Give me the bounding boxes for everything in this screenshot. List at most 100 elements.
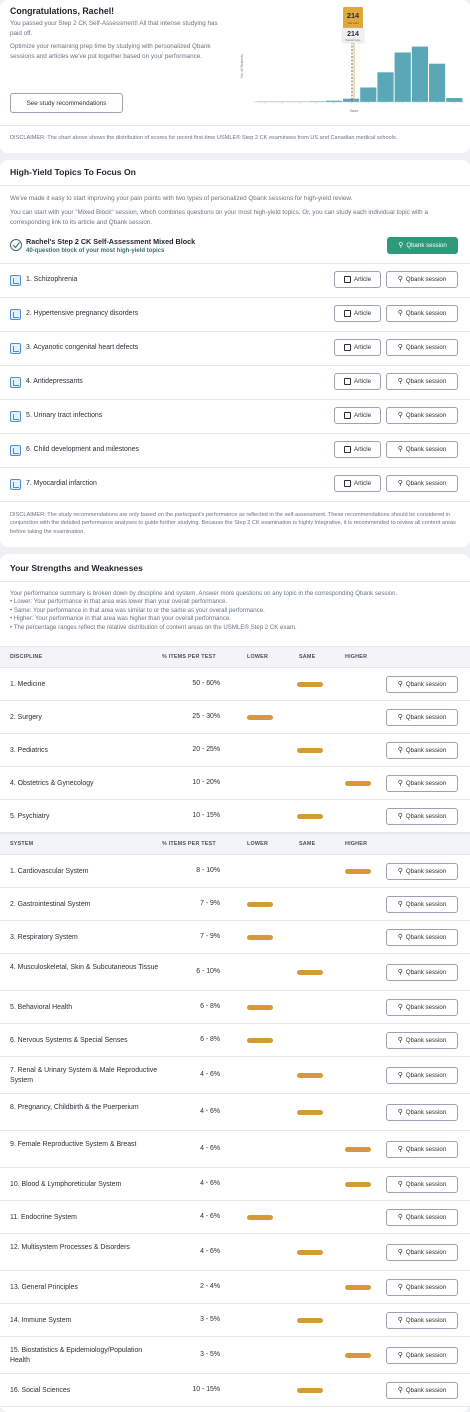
area-label: 9. Female Reproductive System & Breast [10,1140,137,1148]
area-qbank-button[interactable]: ⚲ Qbank session [386,928,458,946]
topic-qbank-button[interactable]: ⚲ Qbank session [386,441,458,458]
area-qbank-button[interactable]: ⚲ Qbank session [386,1103,458,1121]
qbank-icon: ⚲ [398,242,404,249]
article-label: Article [354,378,371,385]
area-qbank-button[interactable]: ⚲ Qbank session [386,708,458,726]
area-qbank-button[interactable]: ⚲ Qbank session [386,741,458,759]
area-label: 14. Immune System [10,1316,72,1324]
topic-article-button[interactable]: Article [334,339,381,356]
high-yield-topics-card: High-Yield Topics To Focus On We've made… [0,160,470,547]
performance-lower-indicator [247,714,273,720]
qbank-icon: ⚲ [397,933,403,941]
performance-same-indicator [297,813,323,819]
area-qbank-button[interactable]: ⚲ Qbank session [386,1381,458,1399]
area-qbank-button[interactable]: ⚲ Qbank session [386,1140,458,1158]
qbank-label: Qbank session [405,900,447,908]
summary-divider [0,125,470,126]
qbank-icon: ⚲ [397,867,403,875]
your-score-caption: Your score [347,22,359,25]
qbank-icon: ⚲ [397,276,403,283]
qbank-icon: ⚲ [397,1145,403,1153]
performance-higher-indicator [345,1352,371,1358]
article-icon [344,344,352,351]
items-per-test: 10 - 15% [192,811,220,819]
focus-disclaimer: DISCLAIMER: The study recommendations ar… [10,512,456,535]
topic-label: 4. Antidepressants [26,378,83,385]
topic-article-button[interactable]: Article [334,271,381,288]
performance-row: 6. Nervous Systems & Special Senses 6 - 8… [0,1024,470,1057]
topic-label: 7. Myocardial infarction [26,480,97,487]
qbank-icon: ⚲ [397,1283,403,1291]
area-qbank-button[interactable]: ⚲ Qbank session [386,963,458,981]
area-label: 4. Musculoskeletal, Skin & Subcutaneous … [10,963,159,971]
strengths-title-divider [0,581,470,582]
strengths-title: Your Strengths and Weaknesses [10,563,143,573]
items-per-test: 6 - 8% [200,1035,220,1043]
topic-article-button[interactable]: Article [334,305,381,322]
topic-qbank-button[interactable]: ⚲ Qbank session [386,407,458,424]
topic-qbank-button[interactable]: ⚲ Qbank session [386,339,458,356]
qbank-label: Qbank session [405,867,447,875]
items-per-test: 7 - 9% [200,932,220,940]
qbank-label: Qbank session [405,1003,447,1011]
intro-line: Your performance summary is broken down … [10,590,398,597]
performance-row: 14. Immune System 3 - 5% ⚲ Qbank session [0,1304,470,1337]
topic-article-button[interactable]: Article [334,441,381,458]
area-qbank-button[interactable]: ⚲ Qbank session [386,1346,458,1364]
article-icon [344,412,352,419]
performance-row: 2. Gastrointestinal System 7 - 9% ⚲ Qbank s… [0,888,470,921]
area-qbank-button[interactable]: ⚲ Qbank session [386,1031,458,1049]
qbank-icon: ⚲ [397,779,403,787]
area-label: 7. Renal & Urinary System & Male Reprodu… [10,1066,158,1084]
items-per-test: 4 - 6% [200,1107,220,1115]
qbank-icon: ⚲ [397,1248,403,1256]
items-per-test: 2 - 4% [200,1282,220,1290]
area-label: 2. Gastrointestinal System [10,900,91,908]
items-per-test: 10 - 15% [192,1385,220,1393]
performance-same-indicator [297,1072,323,1078]
topic-qbank-button[interactable]: ⚲ Qbank session [386,271,458,288]
mixed-block-qbank-button[interactable]: ⚲ Qbank session [387,237,458,254]
area-qbank-button[interactable]: ⚲ Qbank session [386,1311,458,1329]
area-qbank-button[interactable]: ⚲ Qbank session [386,1066,458,1084]
area-qbank-button[interactable]: ⚲ Qbank session [386,862,458,880]
qbank-label: Qbank session [405,446,447,453]
area-qbank-button[interactable]: ⚲ Qbank session [386,998,458,1016]
performance-row: 4. Musculoskeletal, Skin & Subcutaneous … [0,954,470,991]
area-qbank-button[interactable]: ⚲ Qbank session [386,1278,458,1296]
topic-qbank-button[interactable]: ⚲ Qbank session [386,373,458,390]
article-label: Article [354,446,371,453]
area-label: 3. Respiratory System [10,933,78,941]
area-qbank-button[interactable]: ⚲ Qbank session [386,895,458,913]
see-study-recommendations-button[interactable]: See study recommendations [10,93,123,113]
topic-qbank-button[interactable]: ⚲ Qbank session [386,305,458,322]
area-qbank-button[interactable]: ⚲ Qbank session [386,675,458,693]
performance-lower-indicator [247,1004,273,1010]
area-qbank-button[interactable]: ⚲ Qbank session [386,1208,458,1226]
focus-title-divider [0,185,470,186]
qbank-icon: ⚲ [397,1003,403,1011]
topic-article-button[interactable]: Article [334,407,381,424]
topic-row: 2. Hypertensive pregnancy disorders Artic… [0,297,470,331]
focus-intro-2: You can start with your "Mixed Block" se… [10,209,428,226]
topic-label: 6. Child development and milestones [26,446,139,453]
qbank-label: Qbank session [405,1351,447,1359]
performance-same-indicator [297,1249,323,1255]
topic-article-button[interactable]: Article [334,373,381,390]
topic-qbank-button[interactable]: ⚲ Qbank session [386,475,458,492]
topic-book-icon [10,445,21,456]
area-qbank-button[interactable]: ⚲ Qbank session [386,774,458,792]
area-qbank-button[interactable]: ⚲ Qbank session [386,1243,458,1261]
area-qbank-button[interactable]: ⚲ Qbank session [386,807,458,825]
qbank-icon: ⚲ [397,968,403,976]
mixed-block-icon [10,239,22,251]
qbank-label: Qbank session [405,1386,447,1394]
area-qbank-button[interactable]: ⚲ Qbank session [386,1175,458,1193]
performance-lower-indicator [247,1214,273,1220]
qbank-label: Qbank session [405,933,447,941]
topic-row: 4. Antidepressants Article ⚲ Qbank session [0,365,470,399]
items-per-test: 4 - 6% [200,1144,220,1152]
items-per-test: 25 - 30% [192,712,220,720]
topic-book-icon [10,479,21,490]
topic-article-button[interactable]: Article [334,475,381,492]
